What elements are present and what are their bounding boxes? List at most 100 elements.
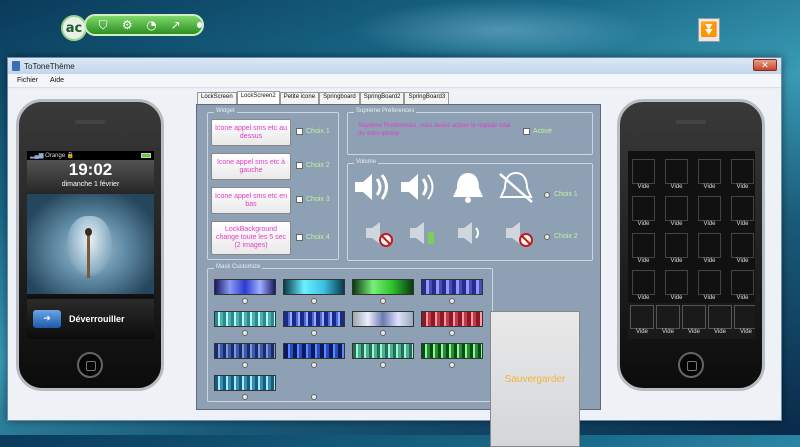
tab-lockscreen2[interactable]: LockScreen2 [236,91,280,104]
speaker-loud-icon[interactable] [352,170,392,204]
tab-springboard[interactable]: Springboard [319,92,360,104]
checkbox-box[interactable] [296,234,303,241]
dock-slot: Vide [682,305,706,337]
icon-slot-box [632,159,655,184]
preview-phone-right: Vide Vide Vide Vide Vide Vide Vide Vide … [617,99,765,391]
icon-slot-box [698,196,721,221]
tab-springboard3[interactable]: SpringBoard3 [404,92,450,104]
widget-option-3-button[interactable]: Icone appel sms etc en bas [211,187,291,214]
icon-slot: Vide [731,196,754,230]
mask-swatch[interactable] [283,311,345,327]
checkbox-box[interactable] [296,196,303,203]
icon-slot-label: Vide [703,221,716,227]
tab-strip: LockScreen LockScreen2 Petite icone Spri… [197,91,450,104]
checkbox-box[interactable] [523,128,530,135]
choice-3-checkbox[interactable]: Choix 3 [296,196,330,203]
widget-option-2-button[interactable]: Icone appel sms etc à gauche [211,153,291,180]
mask-swatch[interactable] [352,311,414,327]
close-button[interactable]: ✕ [753,59,777,71]
choice-1-checkbox[interactable]: Choix 1 [296,128,330,135]
widget-group-title: Widget [214,108,237,114]
unlock-slider[interactable]: ➜ Déverrouiller [27,299,154,339]
bell-muted-icon[interactable] [496,170,536,204]
handle-icon[interactable] [196,22,202,28]
app-window: ToToneThème ✕ Fichier Aide ▂▄▆ Orange 🔒 … [7,57,782,447]
clock-time: 19:02 [68,160,113,179]
mask-radio[interactable] [242,298,248,304]
icon-slot-box [632,196,655,221]
speaker-medium-icon[interactable] [398,170,438,204]
mask-radio[interactable] [449,298,455,304]
app-logo-icon[interactable]: ac [61,15,87,41]
mask-swatch[interactable] [421,311,483,327]
mask-radio[interactable] [242,362,248,368]
slider-arrow-icon[interactable]: ➜ [33,310,61,328]
icon-slot: Vide [698,196,721,230]
choice-4-checkbox[interactable]: Choix 4 [296,234,330,241]
mask-radio[interactable] [242,330,248,336]
icon-slot: Vide [665,270,688,304]
home-button [678,352,704,378]
speaker-off-icon[interactable] [358,216,398,250]
tab-lockscreen[interactable]: LockScreen [197,92,237,104]
battery-icon [141,153,151,158]
globe-icon[interactable]: ◔ [144,17,158,33]
save-button[interactable]: Sauvergarder [490,311,580,447]
volume-choice-1-radio[interactable] [544,192,550,198]
mask-radio[interactable] [311,298,317,304]
gear-icon[interactable]: ⚙ [120,17,134,33]
mask-swatch[interactable] [283,343,345,359]
mask-swatch[interactable] [214,343,276,359]
choice-2-checkbox[interactable]: Choix 2 [296,162,330,169]
mask-radio[interactable] [449,362,455,368]
mask-radio[interactable] [380,298,386,304]
speaker-low-icon[interactable] [450,216,490,250]
status-bar: ▂▄▆ Orange 🔒 [27,151,154,160]
widget-option-4-button[interactable]: LockBackground change toute les 5 sec (2… [211,221,291,255]
icon-slot: Vide [665,196,688,230]
mask-swatch[interactable] [214,311,276,327]
mask-swatch[interactable] [352,279,414,295]
tab-petite-icone[interactable]: Petite icone [279,92,320,104]
bell-icon[interactable] [448,170,488,204]
mask-radio[interactable] [242,394,248,400]
home-button [77,352,103,378]
mask-radio[interactable] [311,330,317,336]
shield-icon[interactable]: ⛉ [96,17,110,33]
mask-radio[interactable] [311,362,317,368]
mask-radio[interactable] [311,394,317,400]
icon-slot-label: Vide [670,221,683,227]
menu-fichier[interactable]: Fichier [17,77,38,84]
speaker-mute-icon[interactable] [498,216,538,250]
mask-swatch[interactable] [283,279,345,295]
mask-swatch[interactable] [421,279,483,295]
icon-slot: Vide [632,196,655,230]
choice-4-label: Choix 4 [306,234,330,241]
volume-choice-2-label: Choix 2 [554,233,578,240]
mask-radio[interactable] [380,362,386,368]
icon-slot: Vide [632,159,655,193]
mask-swatch[interactable] [421,343,483,359]
mask-swatch[interactable] [214,375,276,391]
volume-choice-2-radio[interactable] [544,234,550,240]
supreme-description: Supreme Preferences, vous devez activer … [358,123,511,137]
tab-springboard2[interactable]: SpringBoard2 [359,92,405,104]
mask-radio[interactable] [380,330,386,336]
mask-swatch[interactable] [352,343,414,359]
widget-option-1-button[interactable]: Icone appel sms etc au dessus [211,119,291,146]
icon-slot: Vide [698,233,721,267]
speaker-vibrate-icon[interactable] [402,216,442,250]
dock-slot-label: Vide [714,329,726,335]
mask-swatch[interactable] [214,279,276,295]
supreme-enable-checkbox[interactable]: Activé [523,128,552,135]
checkbox-box[interactable] [296,162,303,169]
chart-icon[interactable]: ↗ [169,17,183,33]
tab-panel: Widget Icone appel sms etc au dessus Cho… [196,104,601,447]
clock-date: dimanche 1 février [61,181,120,188]
menu-aide[interactable]: Aide [50,77,64,84]
icon-slot-label: Vide [637,295,650,301]
download-icon[interactable]: ⏬ [698,18,720,42]
checkbox-box[interactable] [296,128,303,135]
mask-radio[interactable] [449,330,455,336]
dock-slot-label: Vide [662,329,674,335]
